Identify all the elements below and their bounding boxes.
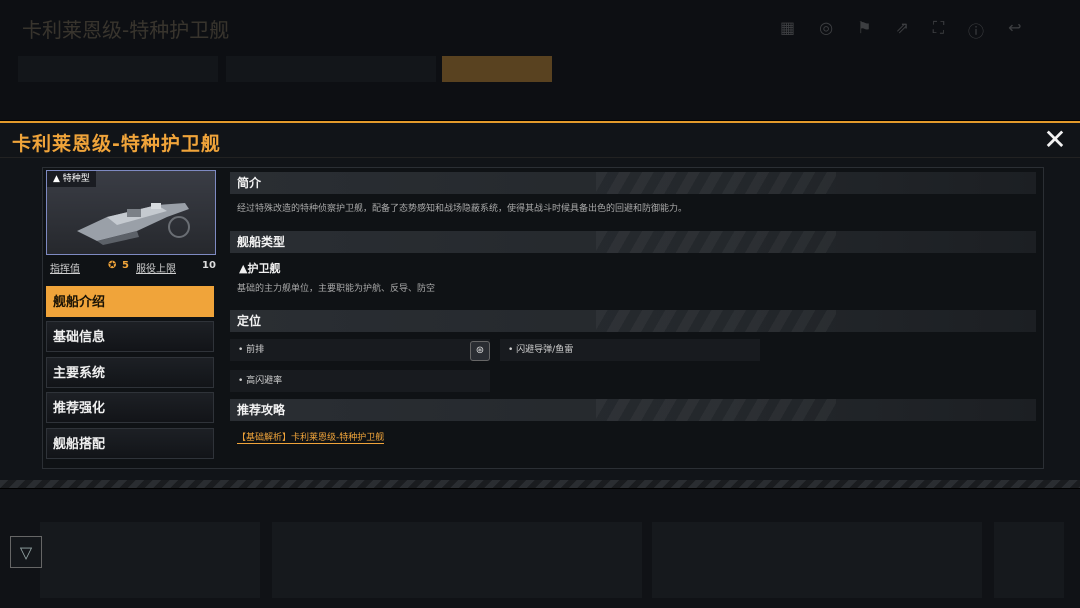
tab-ship-intro[interactable]: 舰船介绍 xyxy=(46,286,214,317)
section-guide-heading: 推荐攻略 xyxy=(230,399,1036,421)
intro-text: 经过特殊改造的特种侦察护卫舰，配备了态势感知和战场隐蔽系统，使得其战斗时候具备出… xyxy=(237,204,688,214)
section-intro-heading: 简介 xyxy=(230,172,1036,194)
background-panel-mid xyxy=(272,522,642,598)
tab-fleet-combos[interactable]: 舰船搭配 xyxy=(46,428,214,459)
service-limit-label[interactable]: 服役上限 xyxy=(136,260,176,275)
background-title: 卡利莱恩级-特种护卫舰 xyxy=(22,18,230,42)
grid-icon: ▦ xyxy=(780,18,796,37)
title-divider xyxy=(0,157,1080,158)
share-icon: ⇗ xyxy=(895,18,909,37)
position-cell: • 高闪避率 xyxy=(230,370,490,392)
close-button[interactable]: ✕ xyxy=(1040,125,1070,155)
background-toolbar: ▦ ◎ ⚑ ⇗ ⛶ ⓘ ↩ xyxy=(780,18,1021,42)
section-position-heading: 定位 xyxy=(230,310,1036,332)
ship-class-tag: ▲ 特种型 xyxy=(47,171,96,187)
command-label[interactable]: 指挥值 xyxy=(50,260,80,275)
command-icon: ✪ xyxy=(108,260,117,271)
ship-info-modal: 卡利莱恩级-特种护卫舰 ✕ ▲ 特种型 指挥值 ✪ 5 服役上限 10 舰船介绍… xyxy=(0,121,1080,488)
ship-image xyxy=(77,203,190,245)
guide-link[interactable]: 【基础解析】卡利莱恩级-特种护卫舰 xyxy=(237,430,385,444)
position-cell: • 前排 xyxy=(230,339,490,361)
background-resource-bar xyxy=(18,56,218,82)
tab-main-systems[interactable]: 主要系统 xyxy=(46,357,214,388)
background-panel-left xyxy=(40,522,260,598)
globe-icon: ◎ xyxy=(819,18,834,37)
section-type-heading: 舰船类型 xyxy=(230,231,1036,253)
target-icon[interactable]: ⊛ xyxy=(470,341,490,361)
left-column: ▲ 特种型 指挥值 ✪ 5 服役上限 10 舰船介绍 基础信息 主要系统 推荐强… xyxy=(46,170,218,462)
background-panel-right xyxy=(652,522,982,598)
ship-stats: 指挥值 ✪ 5 服役上限 10 xyxy=(50,260,216,276)
background-active-tab xyxy=(442,56,552,82)
ship-card[interactable]: ▲ 特种型 xyxy=(46,170,216,255)
info-icon: ⓘ xyxy=(968,22,985,41)
tab-recommended-upgrades[interactable]: 推荐强化 xyxy=(46,392,214,423)
modal-title: 卡利莱恩级-特种护卫舰 xyxy=(12,133,221,155)
position-cell: • 闪避导弹/鱼雷 xyxy=(500,339,760,361)
background-panel-upgrade xyxy=(994,522,1064,598)
modal-bottom-stripe xyxy=(0,480,1080,488)
expand-icon: ⛶ xyxy=(932,18,945,37)
fleet-emblem-icon[interactable]: ▽ xyxy=(10,536,42,568)
tab-basic-info[interactable]: 基础信息 xyxy=(46,321,214,352)
flag-icon: ⚑ xyxy=(857,18,872,37)
command-value: 5 xyxy=(122,260,129,271)
background-tab-bar xyxy=(226,56,436,82)
ship-type-title: ▲护卫舰 xyxy=(239,262,281,275)
detail-panel: 简介 经过特殊改造的特种侦察护卫舰，配备了态势感知和战场隐蔽系统，使得其战斗时候… xyxy=(228,170,1038,462)
ship-type-text: 基础的主力舰单位，主要职能为护航、反导、防空 xyxy=(237,284,436,294)
back-icon: ↩ xyxy=(1008,18,1022,37)
service-limit-value: 10 xyxy=(202,260,216,271)
